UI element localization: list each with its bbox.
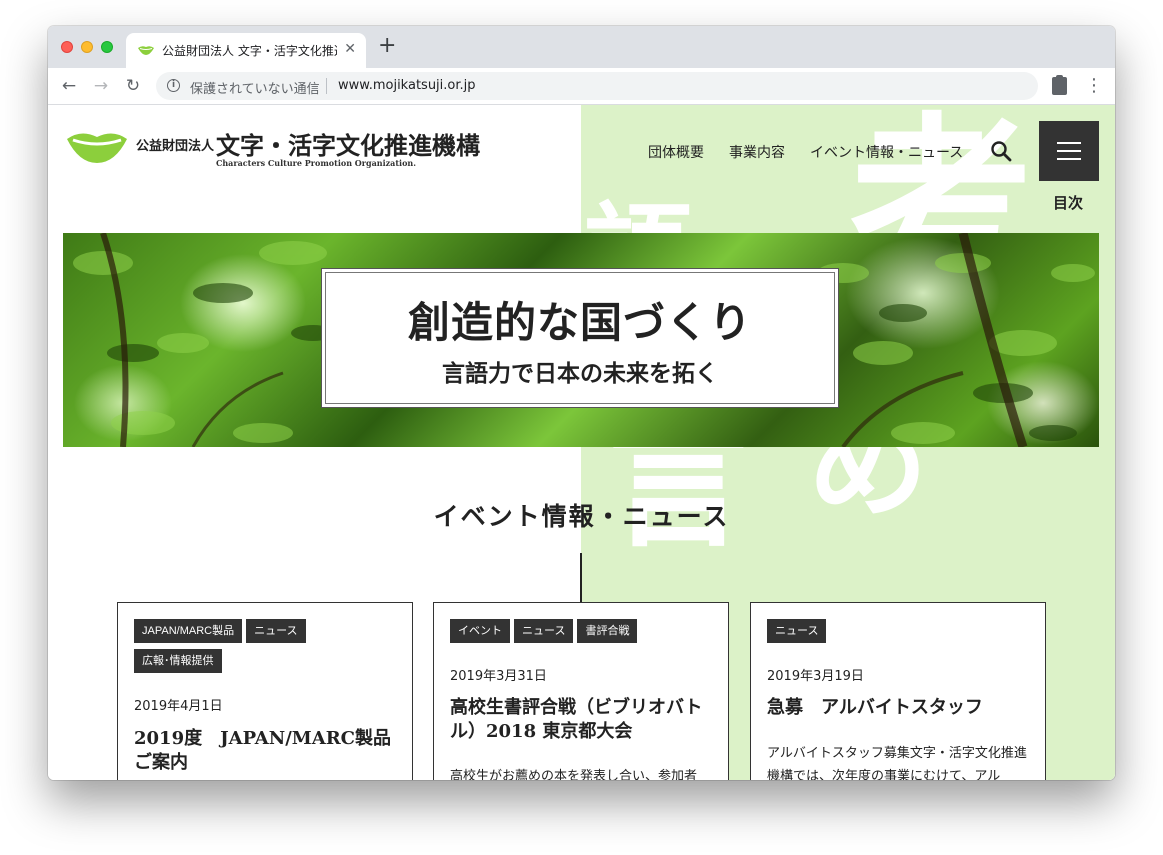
minimize-window-button[interactable] — [81, 41, 93, 53]
news-card[interactable]: JAPAN/MARC製品 ニュース 広報･情報提供 2019年4月1日 2019度 … — [117, 602, 413, 780]
tab-title: 公益財団法人 文字・活字文化推進機構 — [162, 44, 337, 58]
card-title[interactable]: 急募 アルバイトスタッフ — [767, 696, 1037, 720]
address-bar[interactable]: i 保護されていない通信 www.mojikatsuji.or.jp — [156, 72, 1038, 100]
news-card[interactable]: ニュース 2019年3月19日 急募 アルバイトスタッフ アルバイトスタッフ募集… — [750, 602, 1046, 780]
favicon-lips-icon — [138, 46, 154, 55]
card-title[interactable]: 高校生書評合戦（ビブリオバトル）2018 東京都大会 — [450, 696, 720, 744]
maximize-window-button[interactable] — [101, 41, 113, 53]
hero-caption-box: 創造的な国づくり 言語力で日本の未来を拓く — [321, 268, 839, 408]
tab-bar: 公益財団法人 文字・活字文化推進機構 ✕ + — [48, 26, 1115, 68]
section-divider-line — [580, 553, 582, 603]
tag-list: JAPAN/MARC製品 ニュース 広報･情報提供 — [134, 619, 404, 679]
url-text[interactable]: www.mojikatsuji.or.jp — [338, 78, 476, 93]
nav-about[interactable]: 団体概要 — [648, 142, 704, 162]
card-excerpt: アルバイトスタッフ募集文字・活字文化推進機構では、次年度の事業にむけて、アル — [767, 746, 1027, 780]
tag-badge[interactable]: JAPAN/MARC製品 — [134, 619, 243, 643]
nav-business[interactable]: 事業内容 — [729, 142, 785, 162]
menu-label[interactable]: 目次 — [1053, 192, 1083, 213]
card-title[interactable]: 2019度 JAPAN/MARC製品ご案内 — [134, 727, 404, 775]
browser-window: 公益財団法人 文字・活字文化推進機構 ✕ + ← → ↻ i 保護されていない通… — [48, 26, 1115, 780]
forward-arrow-icon[interactable]: → — [90, 75, 112, 97]
back-arrow-icon[interactable]: ← — [58, 75, 80, 97]
clipboard-extension-icon[interactable] — [1052, 75, 1067, 95]
hamburger-menu-button[interactable] — [1039, 121, 1099, 181]
page-viewport: 考 語 言 め 公益財団法人 文字・活字文化推進機構 Characters Cu… — [48, 105, 1115, 780]
card-excerpt: 高校生がお薦めの本を発表し合い、参加者 — [450, 769, 698, 780]
new-tab-button[interactable]: + — [378, 35, 396, 57]
card-date: 2019年3月31日 — [450, 669, 547, 684]
browser-tab[interactable]: 公益財団法人 文字・活字文化推進機構 ✕ — [126, 33, 366, 68]
tag-list: ニュース — [767, 619, 1037, 649]
hero-subtitle: 言語力で日本の未来を拓く — [442, 360, 718, 387]
hero-banner: 創造的な国づくり 言語力で日本の未来を拓く — [63, 233, 1099, 447]
tag-badge[interactable]: 書評合戦 — [577, 619, 638, 643]
tag-badge[interactable]: 広報･情報提供 — [134, 649, 222, 673]
tab-close-icon[interactable]: ✕ — [344, 41, 356, 57]
address-divider — [326, 78, 327, 94]
more-menu-icon[interactable]: ⋮ — [1085, 75, 1103, 97]
tag-badge[interactable]: イベント — [450, 619, 510, 643]
search-icon[interactable] — [990, 140, 1012, 162]
logo-org-type[interactable]: 公益財団法人 — [136, 135, 214, 154]
nav-events-news[interactable]: イベント情報・ニュース — [810, 142, 963, 162]
card-date: 2019年4月1日 — [134, 699, 223, 714]
info-icon[interactable]: i — [167, 79, 180, 92]
lips-logo-icon[interactable] — [67, 131, 127, 163]
close-window-button[interactable] — [61, 41, 73, 53]
tag-list: イベント ニュース 書評合戦 — [450, 619, 720, 649]
reload-icon[interactable]: ↻ — [122, 75, 144, 97]
logo-english-name: Characters Culture Promotion Organizatio… — [216, 158, 417, 168]
news-card[interactable]: イベント ニュース 書評合戦 2019年3月31日 高校生書評合戦（ビブリオバトル）… — [433, 602, 729, 780]
hero-title: 創造的な国づくり — [407, 298, 752, 347]
tag-badge[interactable]: ニュース — [767, 619, 827, 643]
tag-badge[interactable]: ニュース — [514, 619, 574, 643]
logo-org-name[interactable]: 文字・活字文化推進機構 — [216, 126, 480, 161]
tag-badge[interactable]: ニュース — [246, 619, 306, 643]
browser-toolbar: ← → ↻ i 保護されていない通信 www.mojikatsuji.or.jp… — [48, 68, 1115, 105]
section-title: イベント情報・ニュース — [433, 502, 730, 531]
card-date: 2019年3月19日 — [767, 669, 864, 684]
security-status: 保護されていない通信 — [190, 82, 320, 97]
